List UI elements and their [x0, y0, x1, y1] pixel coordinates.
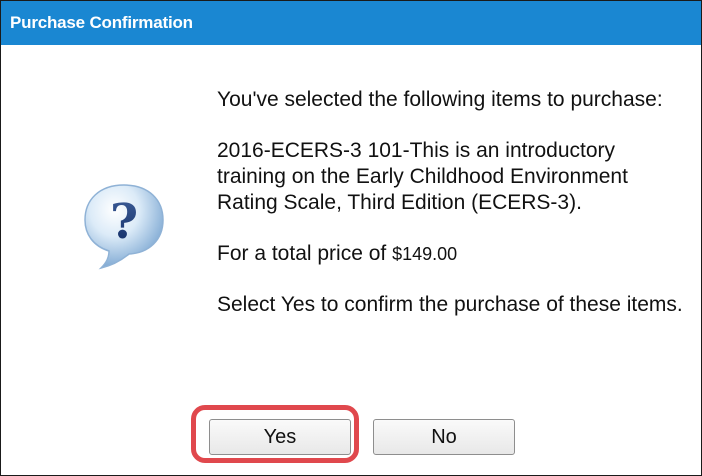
- yes-button[interactable]: Yes: [209, 419, 351, 455]
- message-total-line: For a total price of $149.00: [217, 241, 687, 267]
- total-price-value: $149.00: [392, 244, 458, 264]
- question-bubble-icon: ?: [81, 181, 167, 271]
- total-price-prefix: For a total price of: [217, 242, 393, 265]
- message-item: 2016-ECERS-3 101-This is an introductory…: [217, 139, 628, 214]
- purchase-confirmation-dialog: Purchase Confirmation ? You've selected …: [0, 0, 702, 476]
- no-button[interactable]: No: [373, 419, 515, 455]
- dialog-title-bar: Purchase Confirmation: [1, 1, 701, 45]
- message-instruction: Select Yes to confirm the purchase of th…: [217, 293, 683, 316]
- message-body: You've selected the following items to p…: [217, 87, 687, 343]
- dialog-title: Purchase Confirmation: [10, 13, 193, 32]
- svg-text:?: ?: [110, 194, 138, 250]
- message-intro: You've selected the following items to p…: [217, 88, 663, 111]
